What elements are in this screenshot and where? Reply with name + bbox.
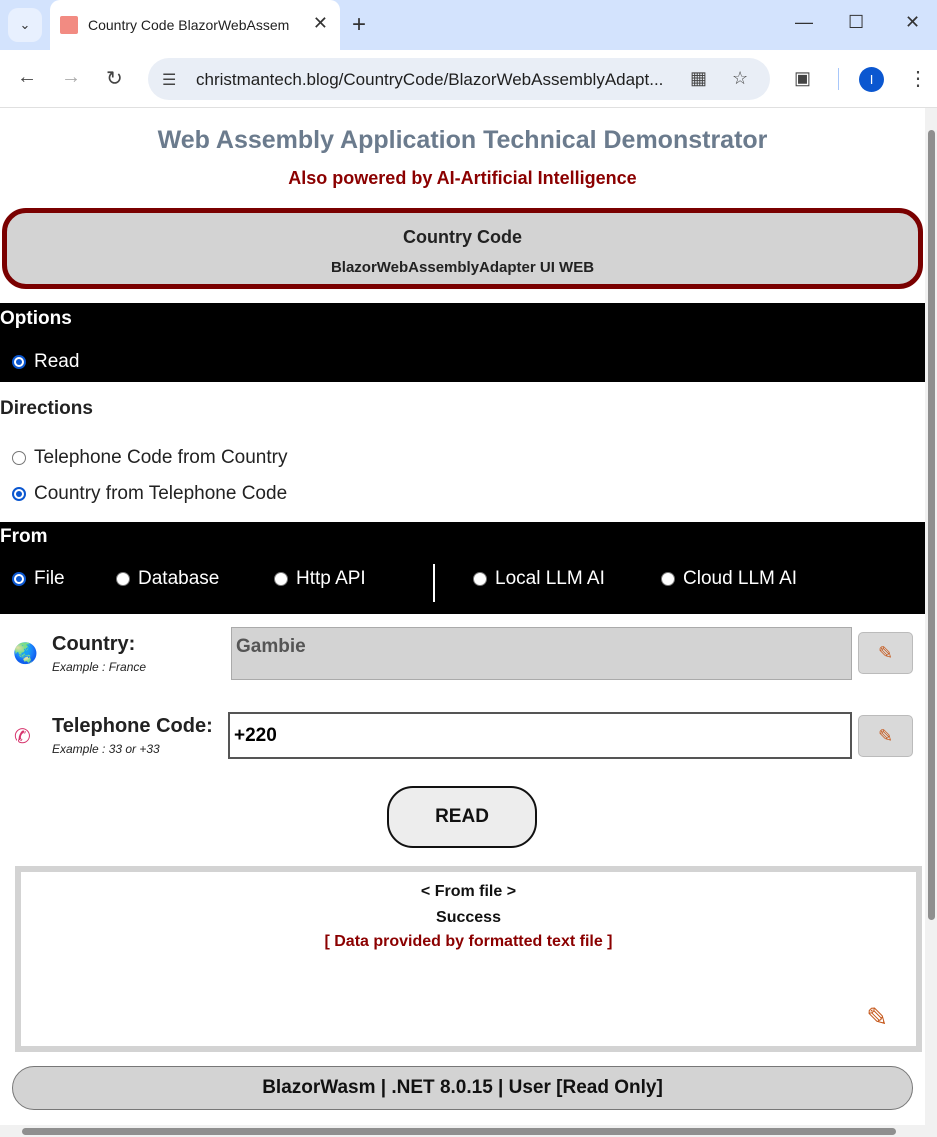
new-tab-button[interactable]: +: [352, 11, 366, 39]
result-status: Success: [436, 909, 501, 926]
horizontal-scrollbar[interactable]: [0, 1125, 937, 1137]
broom-icon: ✎: [877, 725, 894, 746]
radio-dot[interactable]: [116, 572, 130, 586]
header-subtitle: BlazorWebAssemblyAdapter UI WEB: [330, 259, 595, 276]
broom-icon[interactable]: ✎: [866, 1002, 888, 1033]
vertical-scrollbar[interactable]: [925, 108, 937, 1125]
radio-dot[interactable]: [12, 487, 26, 501]
url-text[interactable]: christmantech.blog/CountryCode/BlazorWeb…: [196, 70, 676, 90]
reload-icon[interactable]: ↻: [106, 66, 123, 91]
vertical-scroll-thumb[interactable]: [928, 130, 935, 920]
from-label: Cloud LLM AI: [683, 568, 798, 589]
from-file-radio[interactable]: File: [12, 568, 65, 590]
bookmark-star-icon[interactable]: ☆: [732, 68, 748, 89]
back-arrow-icon[interactable]: ←: [17, 66, 37, 89]
from-divider: [433, 564, 435, 602]
page-title: Web Assembly Application Technical Demon…: [157, 126, 768, 154]
direction-country-from-phone-radio[interactable]: Country from Telephone Code: [12, 483, 287, 505]
read-button[interactable]: READ: [387, 786, 537, 848]
app-header-box: Country Code BlazorWebAssemblyAdapter UI…: [2, 208, 923, 289]
maximize-icon[interactable]: ☐: [848, 12, 864, 33]
option-read-label: Read: [34, 351, 80, 372]
from-local-llm-radio[interactable]: Local LLM AI: [473, 568, 605, 590]
forward-arrow-icon[interactable]: →: [61, 66, 81, 89]
from-label: Local LLM AI: [495, 568, 605, 589]
footer-status-bar: BlazorWasm | .NET 8.0.15 | User [Read On…: [12, 1066, 913, 1110]
close-icon[interactable]: ✕: [313, 13, 328, 34]
horizontal-scroll-thumb[interactable]: [22, 1128, 896, 1135]
from-database-radio[interactable]: Database: [116, 568, 219, 590]
from-label: Database: [138, 568, 220, 589]
favicon-icon: [60, 16, 78, 34]
country-input[interactable]: Gambie: [231, 627, 852, 680]
more-menu-icon[interactable]: ⋮: [908, 66, 928, 91]
direction-phone-from-country-radio[interactable]: Telephone Code from Country: [12, 447, 287, 469]
radio-dot[interactable]: [274, 572, 288, 586]
radio-dot[interactable]: [12, 355, 26, 369]
minimize-icon[interactable]: —: [795, 12, 813, 33]
country-clear-button[interactable]: ✎: [858, 632, 913, 674]
radio-dot[interactable]: [661, 572, 675, 586]
tab-search-button[interactable]: ⌄: [8, 8, 42, 42]
browser-toolbar: ← → ↻ ☰ christmantech.blog/CountryCode/B…: [0, 50, 937, 108]
telephone-label: Telephone Code:: [52, 715, 213, 737]
result-note: [ Data provided by formatted text file ]: [324, 933, 613, 950]
from-title: From: [0, 526, 48, 547]
telephone-example: Example : 33 or +33: [52, 742, 160, 756]
profile-avatar[interactable]: I: [859, 67, 884, 92]
extensions-icon[interactable]: ▣: [794, 68, 811, 89]
directions-title: Directions: [0, 398, 93, 419]
direction-label: Country from Telephone Code: [34, 483, 288, 504]
radio-dot[interactable]: [473, 572, 487, 586]
site-settings-icon[interactable]: ☰: [162, 70, 176, 90]
from-cloud-llm-radio[interactable]: Cloud LLM AI: [661, 568, 797, 590]
browser-tab-bar: ⌄ Country Code BlazorWebAssem ✕ + — ☐ ✕: [0, 0, 937, 50]
page-content: Web Assembly Application Technical Demon…: [0, 108, 925, 1125]
radio-dot[interactable]: [12, 451, 26, 465]
phone-icon: ✆: [14, 726, 31, 748]
from-http-api-radio[interactable]: Http API: [274, 568, 366, 590]
toolbar-divider: [838, 68, 839, 90]
tab-title: Country Code BlazorWebAssem: [88, 17, 290, 33]
header-title: Country Code: [403, 227, 522, 247]
option-read-radio[interactable]: Read: [12, 351, 79, 373]
options-title: Options: [0, 308, 72, 329]
telephone-clear-button[interactable]: ✎: [858, 715, 913, 757]
broom-icon: ✎: [877, 642, 894, 663]
direction-label: Telephone Code from Country: [34, 447, 288, 468]
options-section: Options Read: [0, 303, 925, 382]
telephone-input[interactable]: +220: [228, 712, 852, 759]
window-close-icon[interactable]: ✕: [905, 12, 920, 33]
from-label: File: [34, 568, 65, 589]
result-panel: < From file > Success [ Data provided by…: [15, 866, 922, 1052]
country-example: Example : France: [52, 660, 147, 674]
browser-tab[interactable]: Country Code BlazorWebAssem ✕: [50, 0, 340, 50]
address-bar[interactable]: ☰ christmantech.blog/CountryCode/BlazorW…: [148, 58, 770, 100]
radio-dot[interactable]: [12, 572, 26, 586]
chevron-down-icon: ⌄: [19, 17, 31, 32]
page-subtitle: Also powered by AI-Artificial Intelligen…: [288, 168, 637, 188]
globe-icon: 🌏: [13, 643, 38, 665]
country-label: Country:: [52, 633, 136, 655]
from-label: Http API: [296, 568, 366, 589]
translate-icon[interactable]: ▦: [690, 68, 707, 89]
result-source: < From file >: [420, 883, 517, 900]
